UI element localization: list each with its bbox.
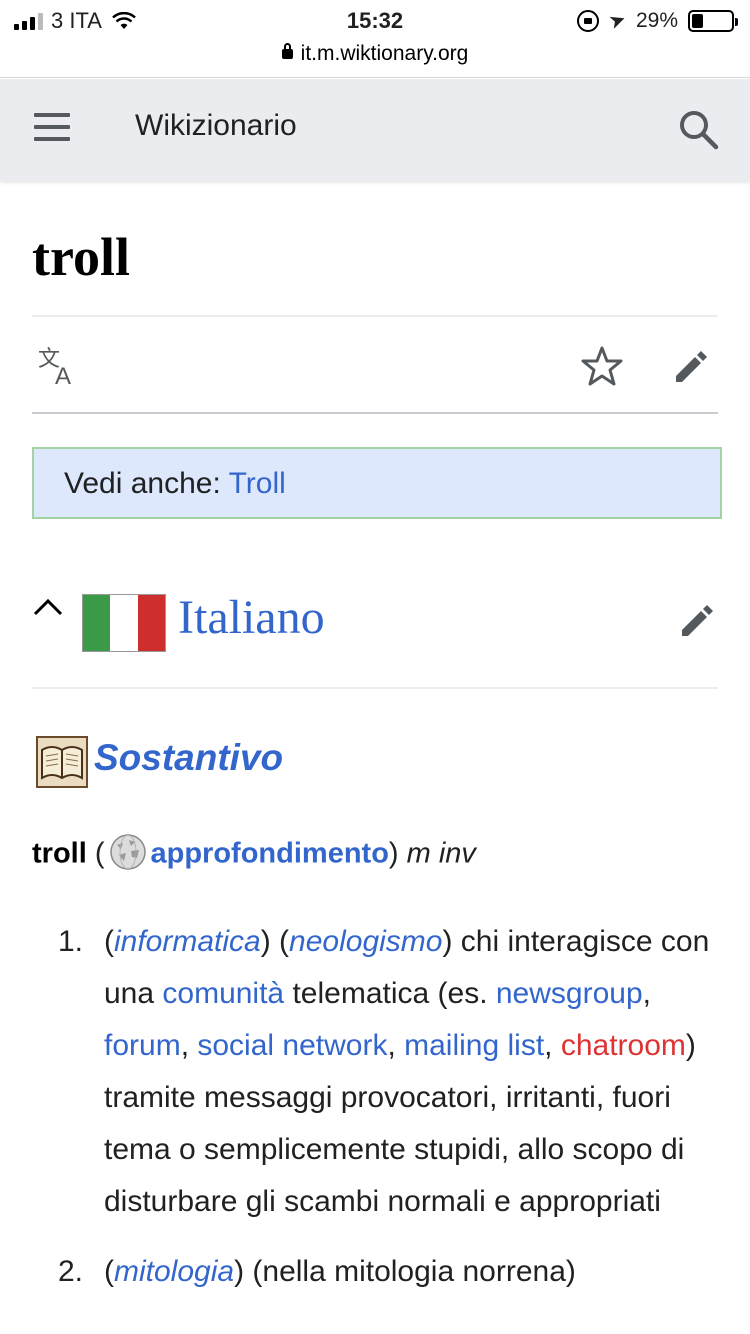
battery-percent: 29% bbox=[635, 8, 678, 32]
text: , bbox=[180, 1029, 198, 1062]
definition-number: 2. bbox=[58, 1255, 84, 1288]
link-social-network[interactable]: social network bbox=[197, 1029, 387, 1062]
address-url: it.m.wiktionary.org bbox=[300, 42, 469, 65]
paren: ) bbox=[388, 837, 399, 870]
page-title: troll bbox=[32, 227, 130, 287]
link-text: neologismo bbox=[289, 925, 443, 958]
divider bbox=[32, 687, 718, 689]
status-right: ➤ 29% bbox=[577, 7, 738, 35]
wikipedia-link[interactable]: approfondimento bbox=[151, 838, 389, 870]
battery-icon bbox=[688, 9, 738, 32]
text: ( bbox=[104, 1255, 114, 1288]
definition-number: 1. bbox=[58, 925, 84, 958]
redlink-chatroom[interactable]: chatroom bbox=[561, 1029, 686, 1062]
definition-item: 2. (mitologia) (nella mitologia norrena) bbox=[58, 1246, 728, 1298]
definition-list: 1. (informatica) (neologismo) chi intera… bbox=[58, 916, 728, 1316]
app-header: Wikizionario bbox=[0, 79, 750, 181]
link-informatica[interactable]: informatica bbox=[114, 925, 261, 958]
text: telematica (es. bbox=[284, 977, 496, 1010]
wikipedia-globe-icon bbox=[109, 834, 146, 870]
see-also-notice: Vedi anche: Troll bbox=[32, 447, 722, 519]
menu-icon[interactable] bbox=[34, 113, 70, 143]
part-of-speech-heading[interactable]: Sostantivo bbox=[94, 737, 283, 779]
language-icon[interactable]: 文 A bbox=[38, 346, 82, 386]
link-comunita[interactable]: comunità bbox=[162, 977, 284, 1010]
search-icon[interactable] bbox=[676, 107, 720, 151]
link-mitologia[interactable]: mitologia bbox=[114, 1255, 234, 1288]
headword: troll bbox=[32, 837, 87, 870]
edit-icon[interactable] bbox=[672, 346, 712, 386]
site-title[interactable]: Wikizionario bbox=[135, 109, 297, 143]
book-icon bbox=[36, 736, 88, 788]
status-bar: 3 ITA 15:32 it.m.wiktionary.org ➤ 29% bbox=[0, 0, 750, 78]
paren: ( bbox=[86, 837, 105, 870]
text: ( bbox=[104, 925, 114, 958]
grammar-info: m inv bbox=[398, 837, 476, 870]
divider bbox=[32, 315, 718, 317]
section-title[interactable]: Italiano bbox=[178, 590, 325, 645]
location-arrow-icon: ➤ bbox=[606, 7, 630, 35]
italian-flag-icon bbox=[82, 594, 166, 652]
link-newsgroup[interactable]: newsgroup bbox=[496, 977, 643, 1010]
text: , bbox=[387, 1029, 405, 1062]
star-icon[interactable] bbox=[580, 344, 624, 388]
rotation-lock-icon bbox=[577, 9, 600, 32]
link-text: informatica bbox=[114, 925, 261, 958]
see-also-link[interactable]: Troll bbox=[229, 467, 286, 500]
link-neologismo[interactable]: neologismo bbox=[289, 925, 442, 958]
see-also-label: Vedi anche: bbox=[64, 467, 229, 500]
lock-icon bbox=[281, 43, 293, 59]
svg-text:A: A bbox=[55, 363, 71, 386]
text: ) (nella mitologia norrena) bbox=[234, 1255, 576, 1288]
address-bar[interactable]: it.m.wiktionary.org bbox=[0, 42, 750, 66]
chevron-up-icon[interactable] bbox=[32, 596, 64, 620]
text: , bbox=[642, 977, 651, 1010]
divider bbox=[32, 412, 718, 414]
link-mailing-list[interactable]: mailing list bbox=[404, 1029, 544, 1062]
text: ) ( bbox=[260, 925, 290, 958]
headword-line: troll ( approfondimento) m inv bbox=[32, 834, 476, 874]
link-text: mitologia bbox=[114, 1255, 235, 1288]
edit-section-icon[interactable] bbox=[678, 600, 718, 640]
text: , bbox=[544, 1029, 561, 1062]
definition-item: 1. (informatica) (neologismo) chi intera… bbox=[58, 916, 728, 1228]
link-forum[interactable]: forum bbox=[104, 1029, 181, 1062]
